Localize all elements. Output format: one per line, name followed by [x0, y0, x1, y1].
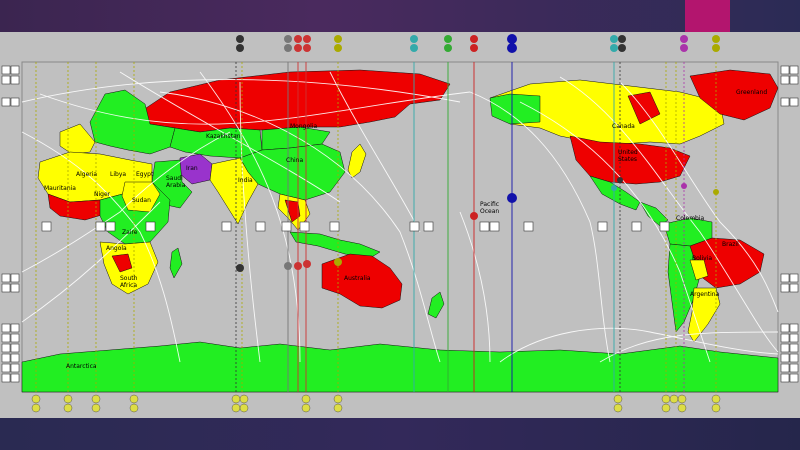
mercury-lower-icon — [236, 264, 244, 272]
label-niger: Niger — [94, 191, 111, 198]
mars-lower-icon — [294, 262, 302, 270]
mars-icon — [294, 35, 302, 43]
label-saudi-arabia: Saudi Arabia — [166, 175, 186, 189]
venus-icon — [334, 35, 342, 43]
venus-lower-icon — [334, 258, 342, 266]
node-marker-icon — [681, 183, 687, 189]
land-antarctica — [21, 341, 779, 393]
pluto-icon-2 — [303, 44, 311, 52]
world-map: Kazakhstan Mongolia China India Iran Sau… — [1, 34, 799, 413]
label-mongolia: Mongolia — [290, 123, 317, 130]
neptune-icon — [410, 35, 418, 43]
chiron-icon-2 — [610, 44, 618, 52]
label-australia: Australia — [344, 275, 371, 282]
label-zaire: Zaire — [122, 229, 138, 236]
astrocartography-map-panel: Kazakhstan Mongolia China India Iran Sau… — [0, 32, 800, 418]
mercury-icon-2 — [236, 44, 244, 52]
node-icon-2 — [680, 44, 688, 52]
top-planet-markers — [236, 34, 720, 53]
uranus-icon — [444, 35, 452, 43]
label-mauritania: Mauritania — [44, 185, 76, 192]
label-united-states: United States — [618, 149, 638, 163]
pluto-red-icon — [470, 35, 478, 43]
mercury-icon — [236, 35, 244, 43]
pluto-red-icon-2 — [470, 44, 478, 52]
mars-icon-2 — [294, 44, 302, 52]
label-algeria: Algeria — [76, 171, 97, 178]
bottom-planet-markers — [31, 394, 721, 413]
node-icon — [680, 35, 688, 43]
label-angola: Angola — [106, 245, 127, 252]
moon-marker-icon — [507, 193, 517, 203]
sun-icon-2 — [712, 44, 720, 52]
label-south-africa: South Africa — [120, 275, 138, 289]
chiron-icon — [610, 35, 618, 43]
label-colombia: Colombia — [676, 215, 705, 222]
bottom-decorative-band — [0, 418, 800, 450]
sun-icon — [712, 35, 720, 43]
saturn-icon-2 — [284, 44, 292, 52]
label-libya: Libya — [110, 171, 126, 178]
mercury-marker-icon — [617, 177, 623, 183]
label-china: China — [286, 157, 303, 164]
venus-icon-2 — [334, 44, 342, 52]
pluto-marker-icon — [470, 212, 478, 220]
label-canada: Canada — [612, 123, 635, 130]
label-sudan: Sudan — [132, 197, 151, 204]
label-brazil: Brazil — [722, 241, 739, 248]
chiron-marker-icon — [611, 185, 617, 191]
top-decorative-band — [0, 0, 800, 32]
moon-icon-2 — [507, 43, 517, 53]
label-kazakhstan: Kazakhstan — [206, 133, 241, 140]
saturn-lower-icon — [284, 262, 292, 270]
pluto-icon — [303, 35, 311, 43]
label-pacific-ocean: Pacific Ocean — [480, 201, 499, 215]
label-bolivia: Bolivia — [692, 255, 712, 262]
saturn-icon — [284, 35, 292, 43]
label-antarctica: Antarctica — [66, 363, 97, 370]
sun-marker-icon — [713, 189, 719, 195]
neptune-icon-2 — [410, 44, 418, 52]
accent-tab — [685, 0, 730, 32]
label-greenland: Greenland — [736, 89, 767, 96]
moon-icon — [507, 34, 517, 44]
label-egypt: Egypt — [136, 171, 154, 178]
uranus-icon-2 — [444, 44, 452, 52]
label-argentina: Argentina — [690, 291, 720, 298]
mercury-west-icon-2 — [618, 44, 626, 52]
pluto-lower-icon — [303, 260, 311, 268]
label-india: India — [238, 177, 253, 184]
label-iran: Iran — [186, 165, 198, 172]
mercury-west-icon — [618, 35, 626, 43]
